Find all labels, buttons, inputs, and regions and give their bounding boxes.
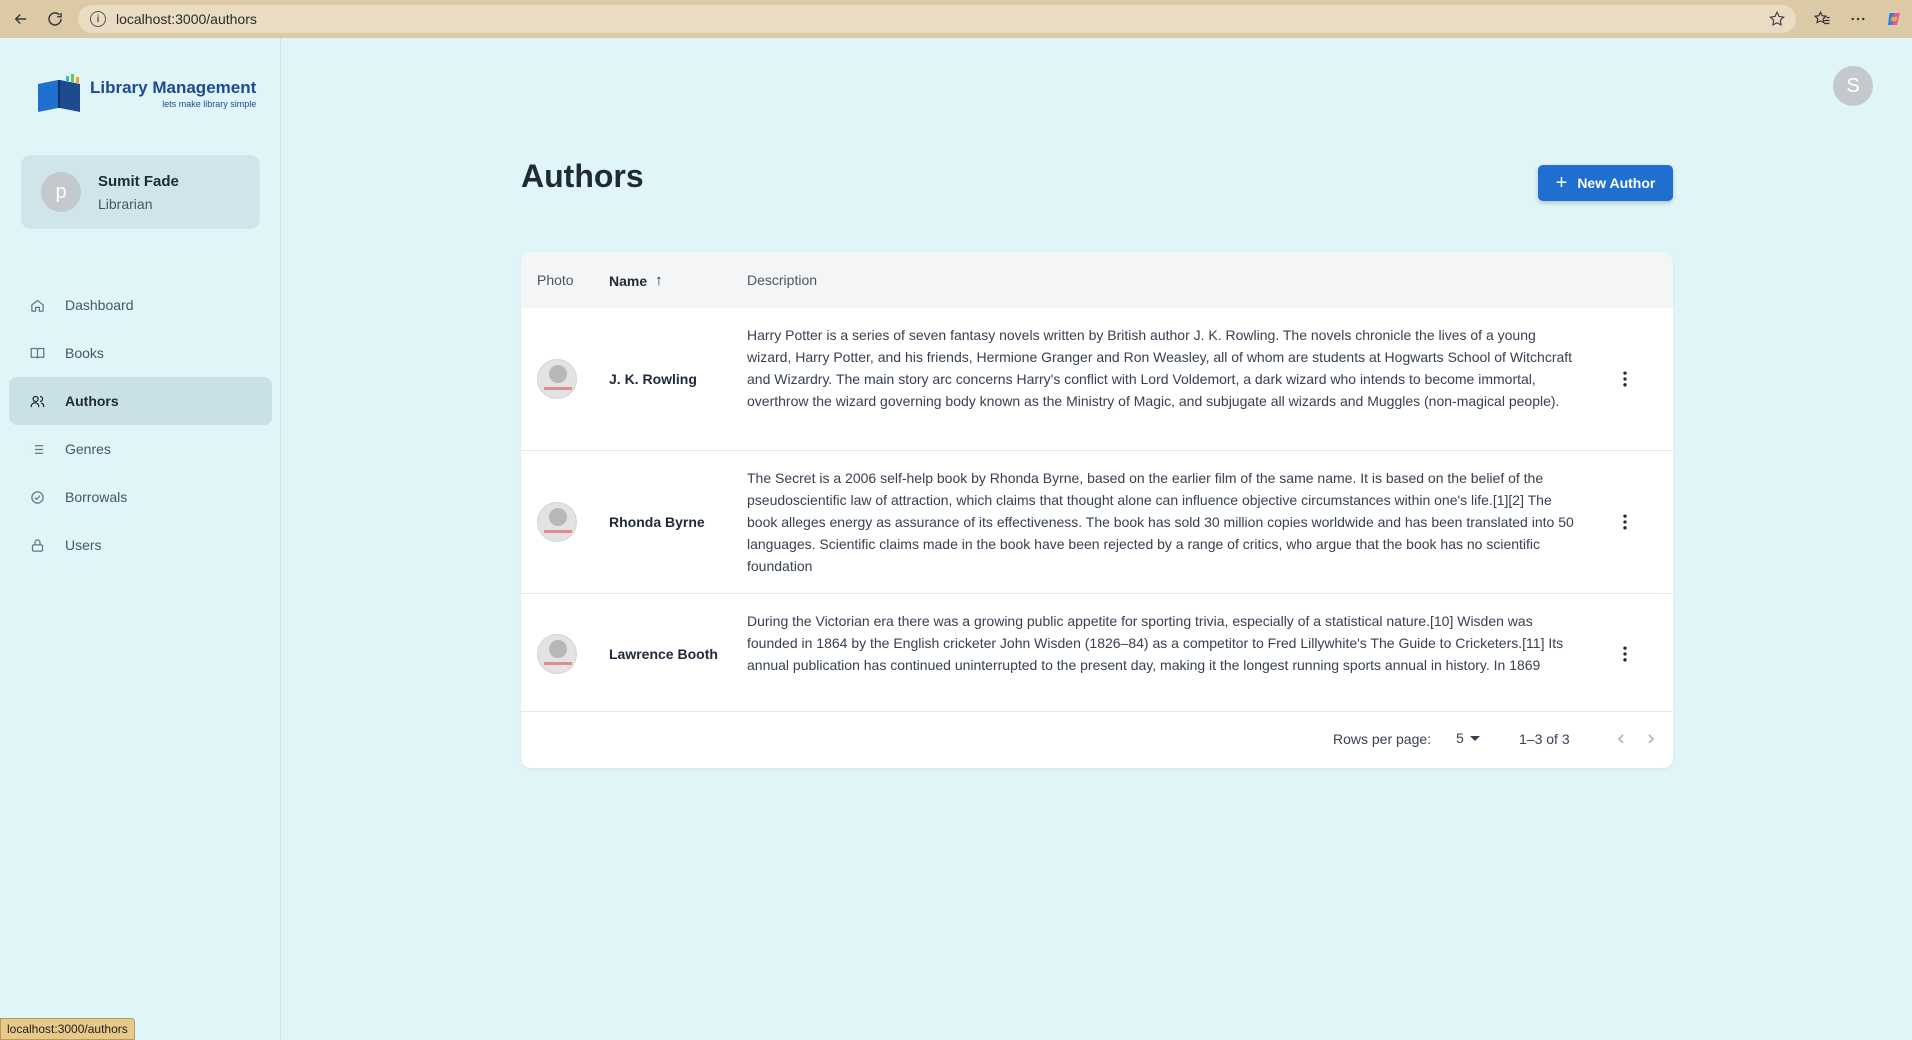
author-description: Harry Potter is a series of seven fantas… (747, 327, 1573, 409)
table-row[interactable]: Rhonda Byrne The Secret is a 2006 self-h… (521, 451, 1673, 594)
check-circle-icon (29, 489, 45, 505)
author-photo (537, 634, 577, 674)
table-header: Photo Name ↑ Description (521, 252, 1673, 308)
book-logo-icon (38, 74, 80, 112)
sidebar-item-users[interactable]: Users (9, 521, 272, 569)
table-pagination: Rows per page: 5 1–3 of 3 (521, 712, 1673, 768)
sort-ascending-icon[interactable]: ↑ (655, 272, 663, 289)
table-row[interactable]: J. K. Rowling Harry Potter is a series o… (521, 308, 1673, 451)
sidebar-menu: Dashboard Books Authors Genres Borrowals (9, 281, 272, 569)
more-options-icon[interactable] (1840, 0, 1876, 38)
lock-icon (29, 537, 45, 553)
list-icon (29, 441, 45, 457)
users-icon (29, 393, 45, 409)
account-avatar[interactable]: S (1833, 66, 1873, 106)
table-row[interactable]: Lawrence Booth During the Victorian era … (521, 594, 1673, 712)
new-author-button[interactable]: + New Author (1538, 165, 1673, 201)
profile-name: Sumit Fade (98, 172, 179, 190)
column-header-photo: Photo (537, 272, 574, 288)
url-text: localhost:3000/authors (116, 11, 257, 27)
sidebar-item-label: Authors (65, 393, 119, 409)
sidebar-item-genres[interactable]: Genres (9, 425, 272, 473)
brand-tagline: lets make library simple (162, 99, 257, 109)
favorites-icon[interactable] (1804, 0, 1840, 38)
page-title: Authors (521, 158, 644, 194)
author-photo (537, 502, 577, 542)
column-header-name[interactable]: Name ↑ (609, 272, 663, 289)
row-actions-icon[interactable] (1613, 367, 1637, 391)
column-header-name-label: Name (609, 272, 648, 289)
brand-title: Library Management (90, 78, 257, 97)
next-page-icon[interactable] (1640, 728, 1662, 750)
site-info-icon[interactable]: i (90, 11, 106, 27)
copilot-icon[interactable] (1876, 0, 1912, 38)
browser-toolbar: i localhost:3000/authors (0, 0, 1912, 38)
rows-per-page-select[interactable]: 5 (1456, 730, 1480, 746)
author-photo (537, 359, 577, 399)
sidebar-item-label: Borrowals (65, 489, 128, 505)
app-logo[interactable]: Library Management lets make library sim… (36, 74, 256, 114)
refresh-icon[interactable] (42, 6, 68, 32)
column-header-description: Description (747, 272, 818, 288)
sidebar-item-label: Books (65, 345, 104, 361)
authors-table: Photo Name ↑ Description J. K. Rowling H… (521, 252, 1673, 768)
home-icon (29, 297, 45, 313)
sidebar-item-authors[interactable]: Authors (9, 377, 272, 425)
row-actions-icon[interactable] (1613, 510, 1637, 534)
address-bar[interactable]: i localhost:3000/authors (78, 5, 1796, 33)
author-description: The Secret is a 2006 self-help book by R… (747, 470, 1574, 574)
sidebar-item-label: Genres (65, 441, 111, 457)
caret-down-icon (1469, 735, 1480, 741)
author-name: Lawrence Booth (609, 646, 718, 662)
new-author-button-label: New Author (1577, 175, 1656, 191)
back-icon[interactable] (8, 6, 34, 32)
status-bar-url: localhost:3000/authors (0, 1018, 135, 1040)
rows-per-page-label: Rows per page: (1333, 731, 1432, 747)
avatar: p (41, 172, 81, 212)
rows-per-page-value: 5 (1456, 730, 1464, 746)
previous-page-icon[interactable] (1610, 728, 1632, 750)
author-name: J. K. Rowling (609, 371, 697, 387)
sidebar-item-dashboard[interactable]: Dashboard (9, 281, 272, 329)
author-description: During the Victorian era there was a gro… (747, 613, 1564, 673)
plus-icon: + (1555, 172, 1568, 194)
favorite-star-icon[interactable] (1768, 10, 1786, 28)
pagination-range: 1–3 of 3 (1519, 731, 1570, 747)
sidebar-item-books[interactable]: Books (9, 329, 272, 377)
book-open-icon (29, 345, 45, 361)
sidebar-item-borrowals[interactable]: Borrowals (9, 473, 272, 521)
sidebar-item-label: Users (65, 537, 102, 553)
sidebar: Library Management lets make library sim… (0, 38, 281, 1040)
sidebar-item-label: Dashboard (65, 297, 134, 313)
profile-card[interactable]: p Sumit Fade Librarian (21, 155, 260, 229)
author-name: Rhonda Byrne (609, 514, 705, 530)
row-actions-icon[interactable] (1613, 642, 1637, 666)
profile-role: Librarian (98, 195, 153, 212)
